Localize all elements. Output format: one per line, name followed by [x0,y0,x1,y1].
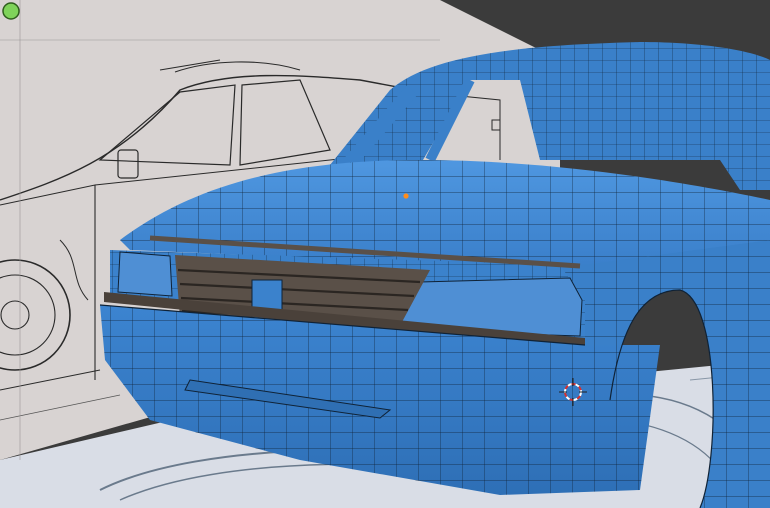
3d-viewport[interactable] [0,0,770,508]
origin-point [403,193,409,199]
navigation-gizmo-icon[interactable] [0,0,22,22]
viewport-canvas[interactable] [0,0,770,508]
